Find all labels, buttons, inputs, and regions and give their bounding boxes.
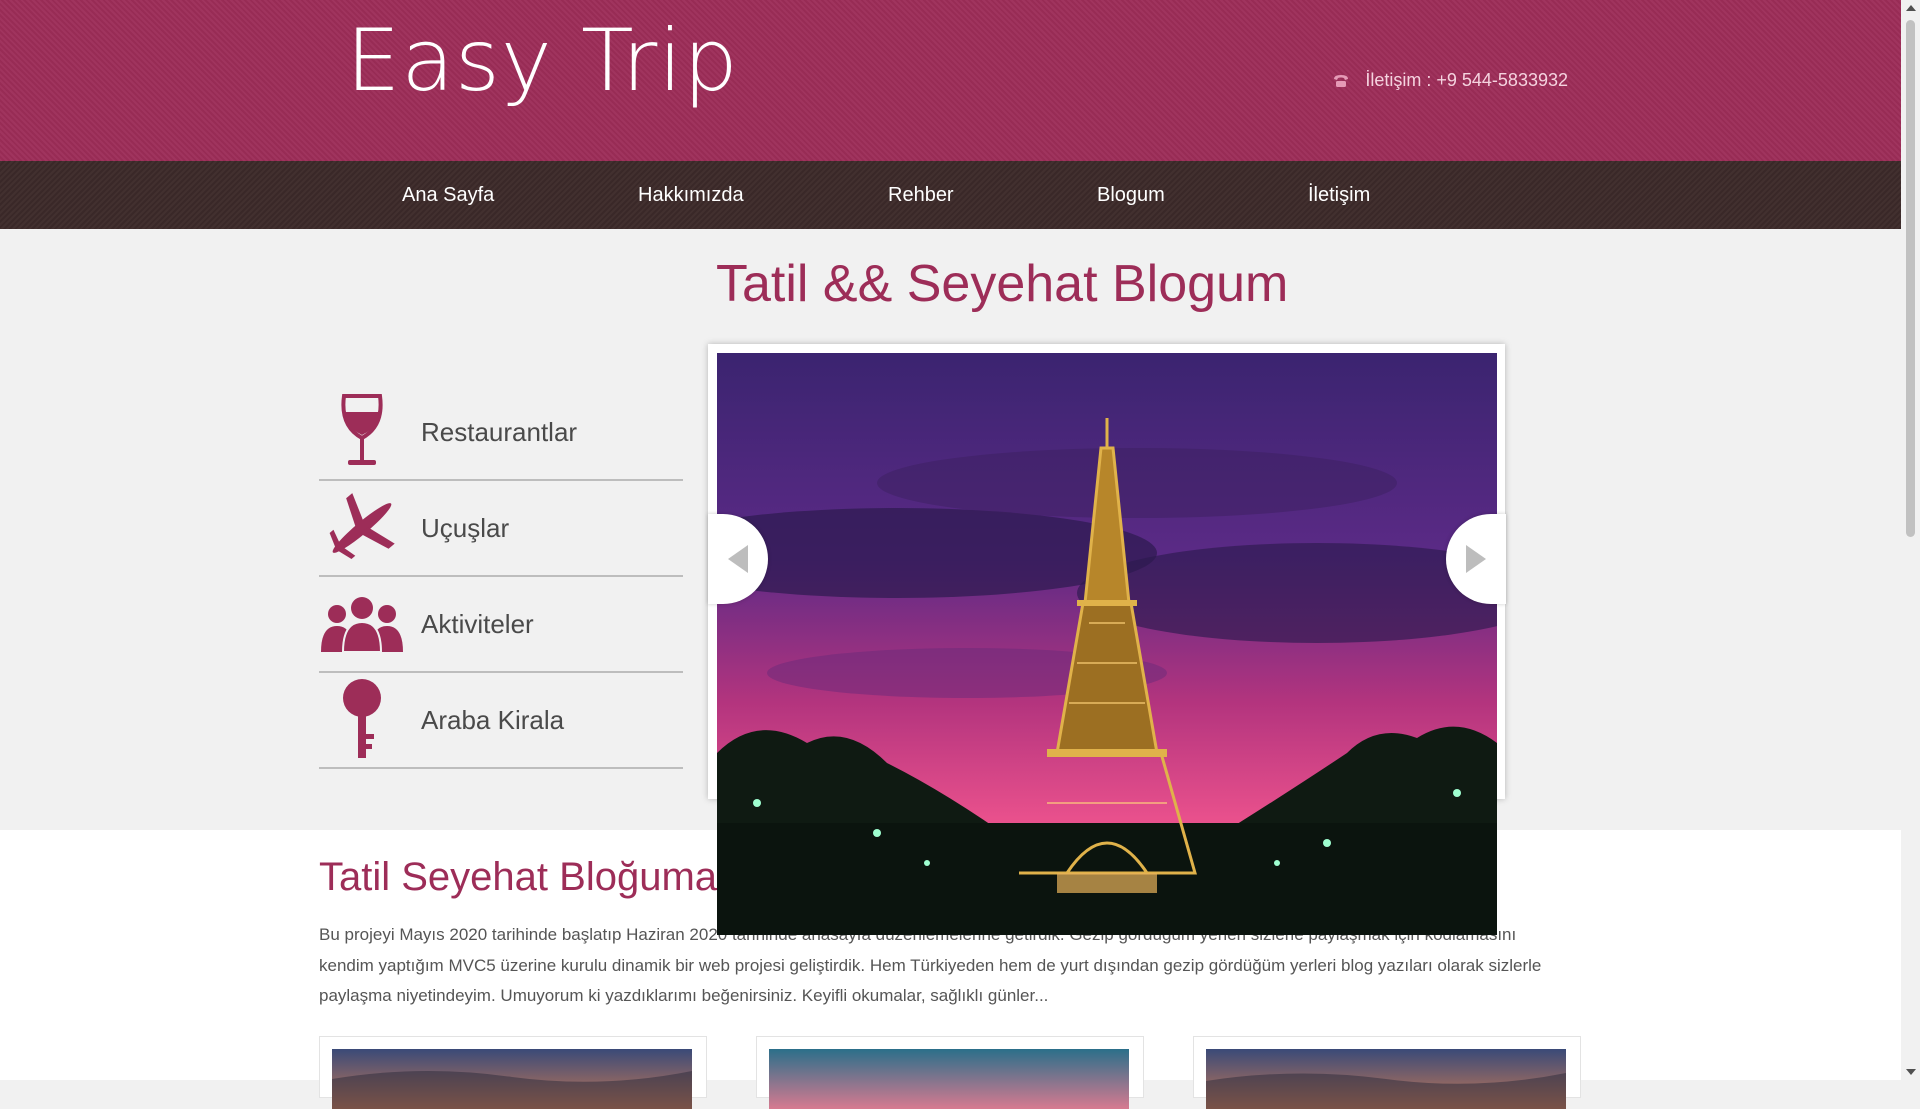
sidebar-item-label: Araba Kirala bbox=[421, 704, 565, 735]
nav-item-iletisim[interactable]: İletişim bbox=[1308, 161, 1370, 229]
nav-item-ana-sayfa[interactable]: Ana Sayfa bbox=[402, 161, 494, 229]
blog-card-image bbox=[769, 1049, 1129, 1109]
welcome-title: Tatil Seyehat Bloğuma bbox=[319, 855, 718, 899]
site-header: Easy Trip İletişim : +9 544-5833932 bbox=[0, 0, 1901, 161]
people-group-icon bbox=[319, 581, 405, 667]
scroll-down-icon[interactable] bbox=[1906, 1069, 1916, 1075]
sidebar-item-label: Uçuşlar bbox=[421, 512, 510, 543]
blog-card-image bbox=[332, 1049, 692, 1109]
blog-card[interactable] bbox=[756, 1036, 1144, 1109]
service-sidebar: Restaurantlar Uçuşlar Aktiviteler Araba … bbox=[319, 385, 683, 769]
phone-icon bbox=[1334, 74, 1349, 87]
main-nav: Ana Sayfa Hakkımızda Rehber Blogum İleti… bbox=[0, 161, 1901, 229]
airplane-icon bbox=[319, 485, 405, 571]
blog-card[interactable] bbox=[1193, 1036, 1581, 1109]
wine-glass-icon bbox=[319, 389, 405, 475]
header-contact: İletişim : +9 544-5833932 bbox=[1331, 70, 1568, 91]
nav-item-rehber[interactable]: Rehber bbox=[888, 161, 954, 229]
scroll-up-icon[interactable] bbox=[1906, 5, 1916, 11]
sidebar-item-restaurantlar[interactable]: Restaurantlar bbox=[319, 385, 683, 481]
key-icon bbox=[319, 677, 405, 763]
chevron-left-icon bbox=[728, 545, 748, 573]
blog-card-image bbox=[1206, 1049, 1566, 1109]
chevron-right-icon bbox=[1466, 545, 1486, 573]
slider-image bbox=[717, 353, 1497, 935]
blog-card[interactable] bbox=[319, 1036, 707, 1109]
sidebar-item-label: Aktiviteler bbox=[421, 608, 534, 639]
page-title: Tatil && Seyehat Blogum bbox=[716, 255, 1289, 313]
sidebar-item-ucuslar[interactable]: Uçuşlar bbox=[319, 481, 683, 577]
page-scrollbar[interactable] bbox=[1901, 0, 1920, 1080]
nav-item-blogum[interactable]: Blogum bbox=[1097, 161, 1165, 229]
sidebar-item-aktiviteler[interactable]: Aktiviteler bbox=[319, 577, 683, 673]
sidebar-item-araba-kirala[interactable]: Araba Kirala bbox=[319, 673, 683, 769]
sidebar-item-label: Restaurantlar bbox=[421, 416, 578, 447]
site-logo[interactable]: Easy Trip bbox=[346, 18, 739, 104]
contact-text: İletişim : +9 544-5833932 bbox=[1365, 70, 1568, 90]
nav-item-hakkimizda[interactable]: Hakkımızda bbox=[638, 161, 744, 229]
scroll-thumb[interactable] bbox=[1906, 20, 1915, 537]
